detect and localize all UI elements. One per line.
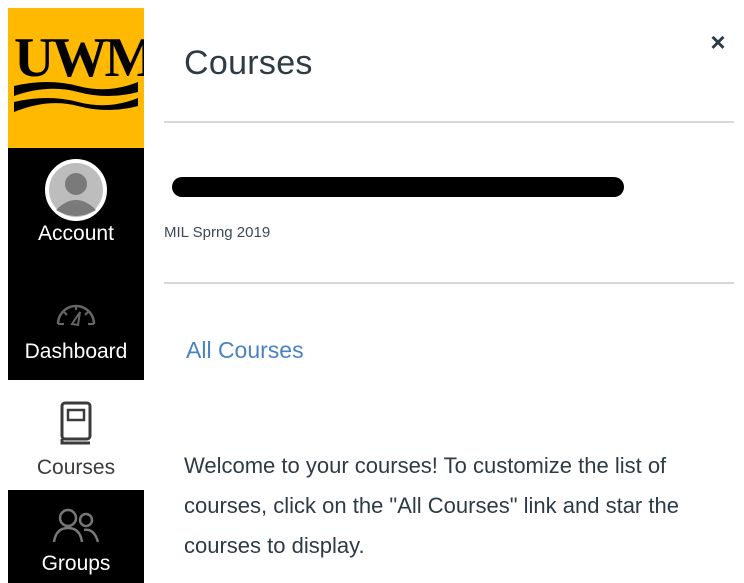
all-courses-link[interactable]: All Courses [186,337,304,364]
divider [164,282,734,284]
nav-item-dashboard[interactable]: Dashboard [8,278,144,378]
tray-title: Courses [184,44,313,82]
global-nav: UWM Account Dashboard Courses Groups [8,8,144,583]
nav-item-courses[interactable]: Courses [8,380,144,490]
course-term: MIL Sprng 2019 [164,224,271,241]
nav-item-label: Dashboard [24,340,128,363]
courses-book-icon [60,401,92,445]
nav-item-account[interactable]: Account [8,158,144,268]
uwm-logo-icon: UWM [14,27,144,112]
courses-tray: × Courses MIL Sprng 2019 All Courses Wel… [144,0,744,583]
redaction-bar [172,177,624,197]
nav-item-label: Courses [36,456,116,479]
nav-item-label: Account [38,222,114,245]
nav-item-groups[interactable]: Groups [8,490,144,583]
groups-people-icon [52,508,100,543]
close-button[interactable]: × [704,28,732,56]
logo-text: UWM [14,27,144,89]
welcome-message: Welcome to your courses! To customize th… [184,453,679,558]
dashboard-gauge-icon [56,304,96,327]
account-avatar-icon [45,159,107,221]
divider [164,121,734,123]
nav-item-label: Groups [41,552,111,575]
uwm-logo[interactable]: UWM [8,8,144,148]
